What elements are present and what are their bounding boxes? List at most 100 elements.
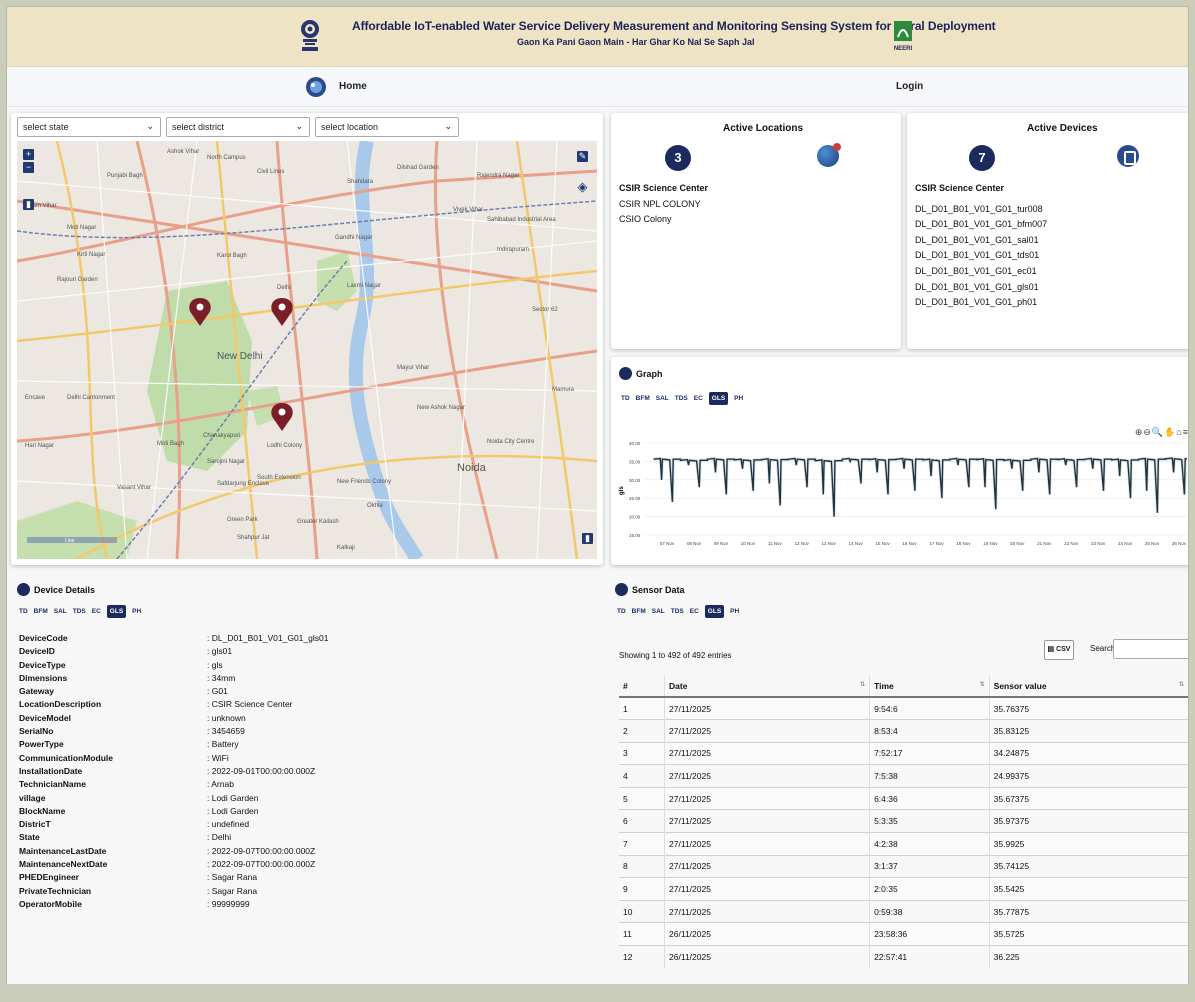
list-item[interactable]: CSIR NPL COLONY	[619, 197, 708, 213]
table-row[interactable]: 7 27/11/2025 4:2:38 35.9925	[619, 832, 1188, 856]
tab-ec[interactable]: EC	[690, 606, 699, 617]
tab-tds[interactable]: TDS	[675, 393, 688, 404]
tab-tds[interactable]: TDS	[73, 606, 86, 617]
list-item[interactable]: DL_D01_B01_V01_G01_ph01	[915, 295, 1047, 311]
tab-td[interactable]: TD	[617, 606, 626, 617]
layers-icon[interactable]: ◈	[577, 180, 588, 193]
graph-tabs: TD BFM SAL TDS EC GLS PH	[621, 392, 743, 405]
list-item[interactable]: DL_D01_B01_V01_G01_sal01	[915, 233, 1047, 249]
location-select[interactable]: select location ⌄	[315, 117, 459, 137]
detail-key: OperatorMobile	[19, 898, 82, 909]
table-cell: 26/11/2025	[664, 922, 871, 946]
list-item[interactable]: CSIO Colony	[619, 212, 708, 228]
tab-td[interactable]: TD	[19, 606, 28, 617]
sort-icon[interactable]: ⇅	[980, 681, 985, 688]
detail-row: DeviceCode: DL_D01_B01_V01_G01_gls01	[19, 632, 579, 645]
detail-row: village: Lodi Garden	[19, 792, 579, 805]
table-cell: 1	[619, 696, 666, 720]
edit-icon[interactable]: ✎	[577, 151, 588, 162]
table-row[interactable]: 1 27/11/2025 9:54:6 35.76375	[619, 696, 1188, 720]
tab-sal[interactable]: SAL	[656, 393, 669, 404]
data-point	[828, 460, 830, 462]
list-item[interactable]: DL_D01_B01_V01_G01_ec01	[915, 264, 1047, 280]
table-cell: 27/11/2025	[664, 786, 871, 810]
list-item[interactable]: DL_D01_B01_V01_G01_tds01	[915, 248, 1047, 264]
tab-tds[interactable]: TDS	[671, 606, 684, 617]
district-select[interactable]: select district ⌄	[166, 117, 310, 137]
tab-ph[interactable]: PH	[734, 393, 743, 404]
map-place-label: Vasant Vihar	[117, 485, 151, 491]
map-canvas[interactable]: North Campus Ashok Vihar Civil Lines Shahda…	[17, 141, 597, 559]
detail-row: MaintenanceLastDate: 2022-09-07T00:00:00…	[19, 845, 579, 858]
tab-gls[interactable]: GLS	[106, 605, 127, 618]
tab-gls[interactable]: GLS	[708, 392, 729, 405]
detail-key: PowerType	[19, 739, 64, 750]
table-cell: 4	[619, 764, 666, 788]
table-row[interactable]: 12 26/11/2025 22:57:41 36.225	[619, 945, 1188, 969]
list-item[interactable]: DL_D01_B01_V01_G01_gls01	[915, 280, 1047, 296]
tab-bfm[interactable]: BFM	[636, 393, 650, 404]
nav-login-link[interactable]: Login	[896, 81, 923, 92]
tab-bfm[interactable]: BFM	[34, 606, 48, 617]
detail-row: PrivateTechnician: Sagar Rana	[19, 885, 579, 898]
map-info-icon[interactable]: ▮	[582, 533, 593, 544]
detail-value: : 2022-09-01T00:00:00.000Z	[207, 765, 316, 776]
table-cell: 35.9925	[989, 832, 1188, 856]
table-cell: 5	[619, 786, 666, 810]
y-tick-label: 25.00	[629, 496, 641, 501]
tab-td[interactable]: TD	[621, 393, 630, 404]
detail-key: CommunicationModule	[19, 752, 113, 763]
detail-row: DeviceModel: unknown	[19, 712, 579, 725]
detail-key: LocationDescription	[19, 699, 102, 710]
csv-export-button[interactable]: ▤ CSV	[1044, 640, 1074, 660]
brand-logo-icon[interactable]	[305, 76, 327, 98]
globe-location-icon	[817, 143, 841, 167]
tab-sal[interactable]: SAL	[54, 606, 67, 617]
detail-key: Dimensions	[19, 672, 68, 683]
tab-gls[interactable]: GLS	[704, 605, 725, 618]
column-header[interactable]: #	[619, 675, 666, 698]
sort-icon[interactable]: ⇅	[1179, 681, 1184, 688]
list-item[interactable]: DL_D01_B01_V01_G01_tur008	[915, 202, 1047, 218]
fullscreen-icon[interactable]: ▮	[23, 199, 34, 210]
table-row[interactable]: 5 27/11/2025 6:4:36 35.67375	[619, 786, 1188, 810]
tab-ec[interactable]: EC	[92, 606, 101, 617]
list-item[interactable]: DL_D01_B01_V01_G01_bfm007	[915, 217, 1047, 233]
column-header-label: Time	[874, 680, 894, 691]
tab-ph[interactable]: PH	[132, 606, 141, 617]
list-item[interactable]: CSIR Science Center	[619, 181, 708, 197]
x-tick-label: 21 Nov	[1037, 541, 1052, 546]
table-cell: 3:1:37	[869, 854, 990, 878]
tab-bfm[interactable]: BFM	[632, 606, 646, 617]
table-cell: 27/11/2025	[664, 719, 871, 743]
table-row[interactable]: 3 27/11/2025 7:52:17 34.24875	[619, 741, 1188, 765]
column-header-label: #	[623, 680, 628, 691]
tab-ec[interactable]: EC	[694, 393, 703, 404]
tab-ph[interactable]: PH	[730, 606, 739, 617]
detail-row: DeviceType: gls	[19, 659, 579, 672]
table-row[interactable]: 11 26/11/2025 23:58:36 35.5725	[619, 922, 1188, 946]
table-row[interactable]: 6 27/11/2025 5:3:35 35.97375	[619, 809, 1188, 833]
zoom-in-button[interactable]: +	[23, 149, 34, 160]
table-cell: 7	[619, 832, 666, 856]
map-view[interactable]: North Campus Ashok Vihar Civil Lines Shahda…	[17, 141, 597, 559]
search-input[interactable]	[1113, 639, 1188, 659]
column-header[interactable]: Time ⇅	[869, 675, 990, 698]
zoom-out-button[interactable]: −	[23, 162, 34, 173]
table-row[interactable]: 10 27/11/2025 0:59:38 35.77875	[619, 899, 1188, 923]
table-cell: 2	[619, 719, 666, 743]
column-header[interactable]: Sensor value ⇅	[989, 675, 1188, 698]
state-select[interactable]: select state ⌄	[17, 117, 161, 137]
column-header[interactable]: Date ⇅	[664, 675, 871, 698]
detail-row: OperatorMobile: 99999999	[19, 898, 579, 911]
nav-home-link[interactable]: Home	[339, 81, 367, 92]
table-row[interactable]: 4 27/11/2025 7:5:38 24.99375	[619, 764, 1188, 788]
sort-icon[interactable]: ⇅	[860, 681, 865, 688]
sensor-data-title: Sensor Data	[632, 584, 685, 595]
table-row[interactable]: 2 27/11/2025 8:53:4 35.83125	[619, 719, 1188, 743]
list-item[interactable]: CSIR Science Center	[915, 181, 1047, 197]
table-row[interactable]: 8 27/11/2025 3:1:37 35.74125	[619, 854, 1188, 878]
table-row[interactable]: 9 27/11/2025 2:0:35 35.5425	[619, 877, 1188, 901]
tab-sal[interactable]: SAL	[652, 606, 665, 617]
map-place-label: Sahibabad Industrial Area	[487, 217, 556, 223]
